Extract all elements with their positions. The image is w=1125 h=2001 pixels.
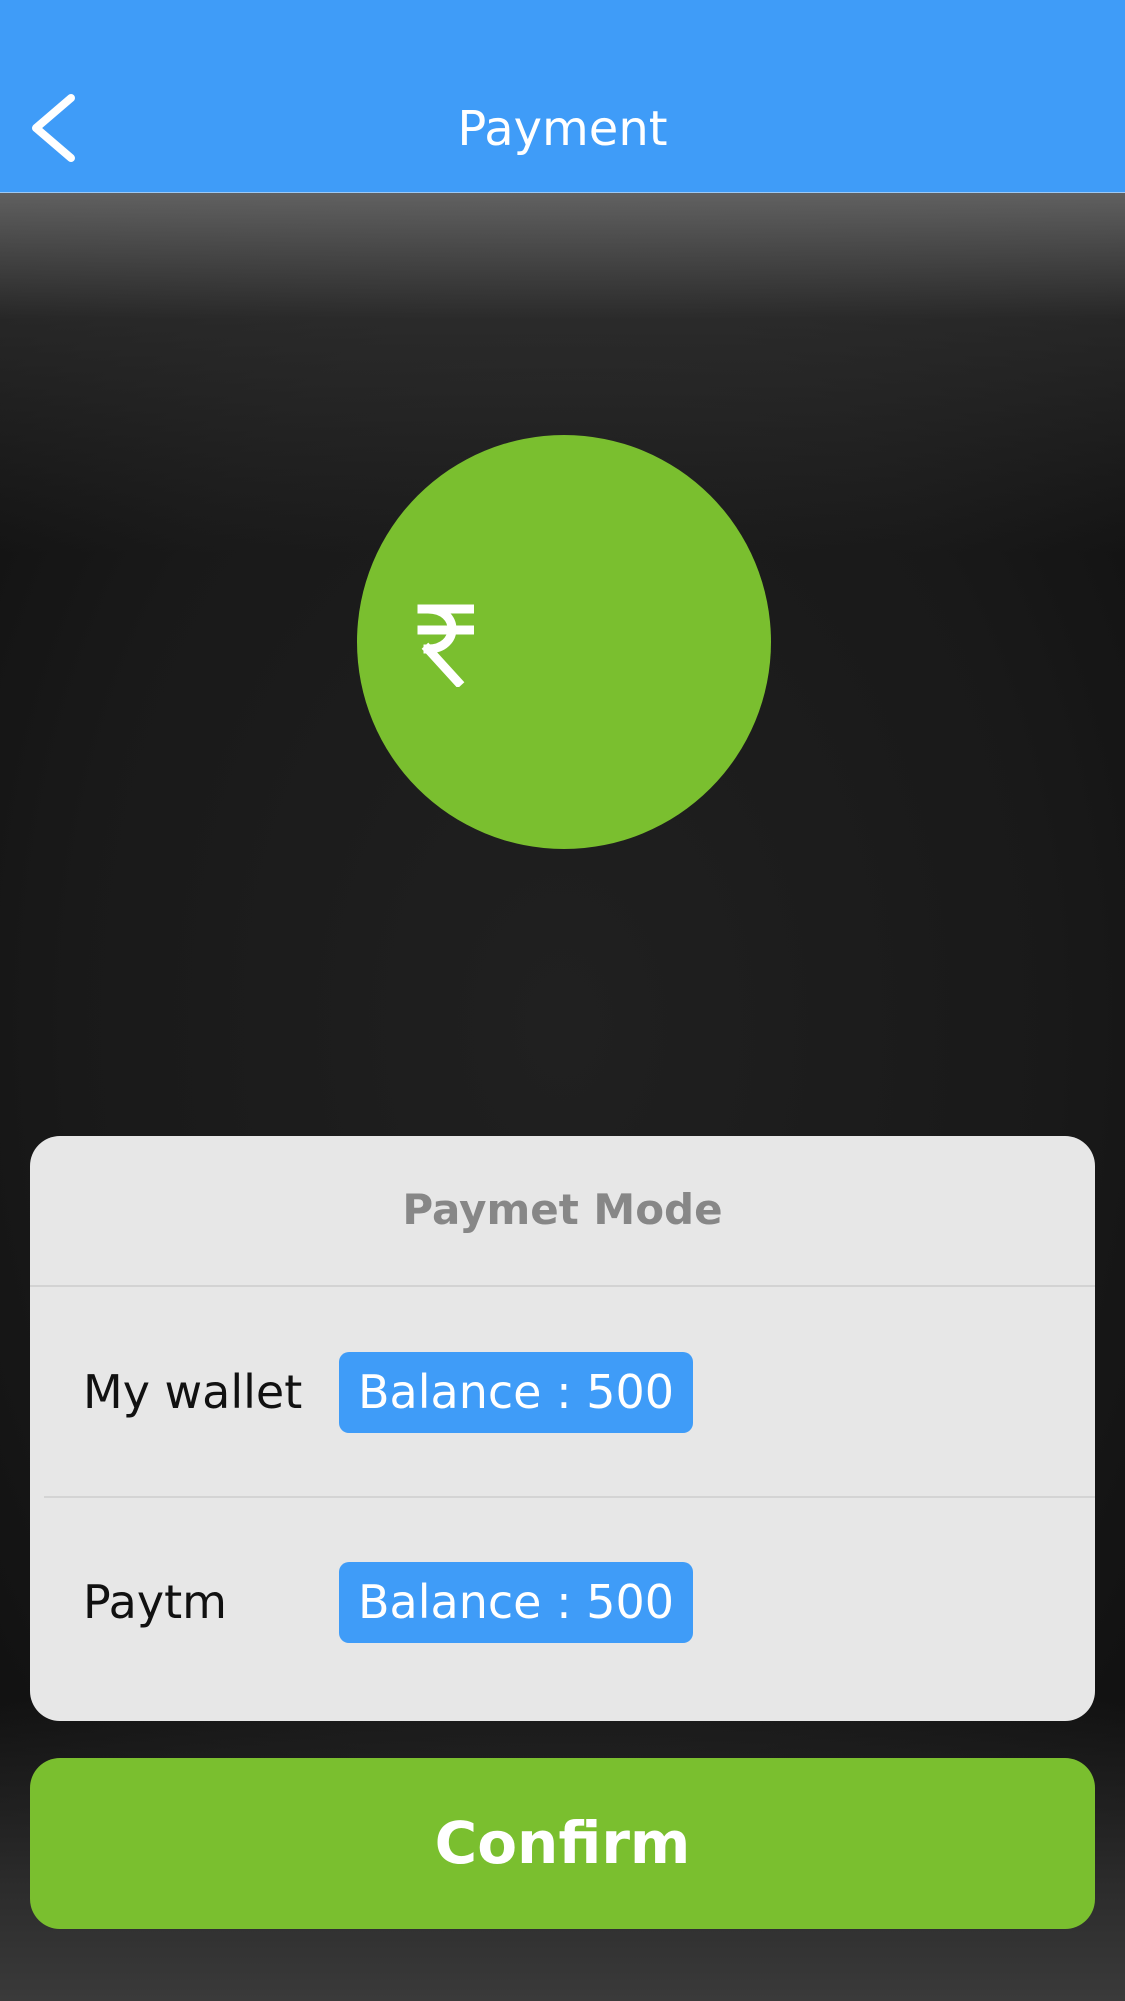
payment-option-paytm[interactable]: Paytm Balance : 500	[30, 1546, 1095, 1656]
balance-badge: Balance : 500	[339, 1562, 693, 1643]
balance-badge: Balance : 500	[339, 1352, 693, 1433]
navigation-bar: Payment	[0, 0, 1125, 193]
divider	[30, 1285, 1095, 1287]
payment-mode-card: Paymet Mode My wallet Balance : 500 Payt…	[30, 1136, 1095, 1721]
payment-option-label: Paytm	[83, 1575, 227, 1629]
payment-option-label: My wallet	[83, 1365, 303, 1419]
confirm-button[interactable]: Confirm	[30, 1758, 1095, 1929]
divider	[44, 1496, 1095, 1498]
payment-mode-title: Paymet Mode	[402, 1185, 723, 1234]
rupee-icon	[417, 604, 474, 687]
page-title: Payment	[457, 101, 668, 157]
payment-option-my-wallet[interactable]: My wallet Balance : 500	[30, 1336, 1095, 1446]
